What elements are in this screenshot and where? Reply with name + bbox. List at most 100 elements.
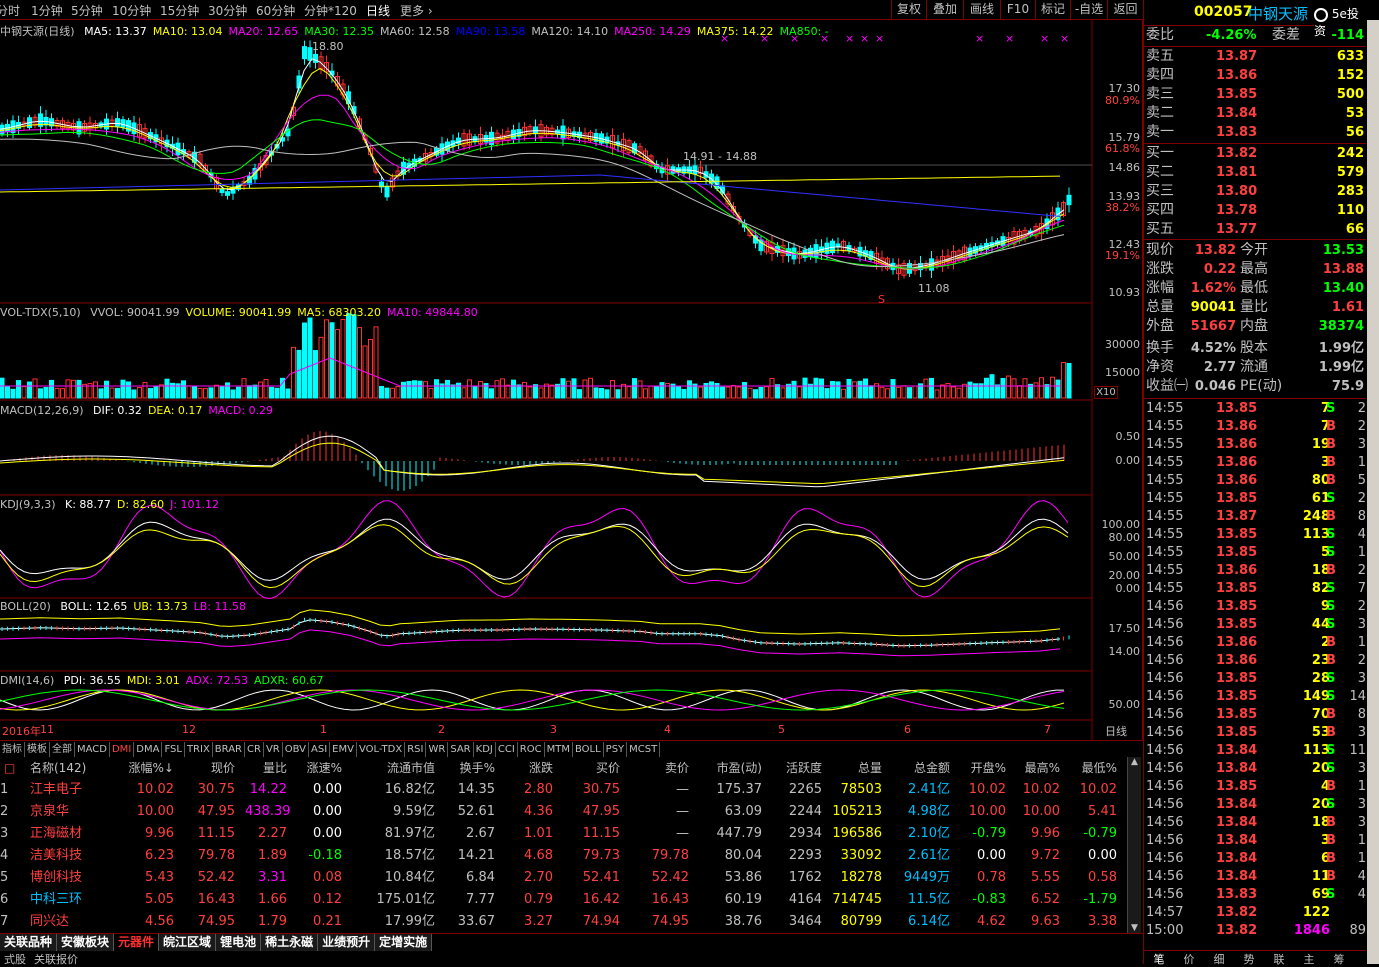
sell-order-row[interactable]: 卖二 13.84 53 bbox=[1144, 104, 1366, 123]
right-tab[interactable]: 势 bbox=[1234, 951, 1264, 967]
sector-tab[interactable]: 关联品种 bbox=[0, 934, 58, 951]
buy-order-row[interactable]: 买二 13.81 579 bbox=[1144, 163, 1366, 182]
sector-tab[interactable]: 锂电池 bbox=[216, 934, 262, 951]
buy-order-row[interactable]: 买五 13.77 66 bbox=[1144, 220, 1366, 239]
table-header-cell[interactable]: 涨速% bbox=[290, 757, 342, 779]
draw-line-button[interactable]: 画线 bbox=[963, 0, 1000, 19]
table-row[interactable]: 5 博创科技 5.43 52.42 3.31 0.08 10.84亿 6.84 2.70 52.4… bbox=[0, 867, 1125, 889]
table-header-cell[interactable]: 涨幅%↓ bbox=[124, 757, 174, 779]
indicator-tab[interactable]: BOLL bbox=[573, 742, 604, 757]
indicator-tab[interactable]: KDJ bbox=[474, 742, 496, 757]
overlay-button[interactable]: 叠加 bbox=[926, 0, 963, 19]
table-header-cell[interactable]: 最低% bbox=[1070, 757, 1117, 779]
indicator-tab[interactable]: MCST bbox=[627, 742, 661, 757]
indicator-tab[interactable]: BRAR bbox=[213, 742, 245, 757]
sell-order-row[interactable]: 卖三 13.85 500 bbox=[1144, 85, 1366, 104]
table-header-cell[interactable]: 流通市值 bbox=[345, 757, 435, 779]
period-60min[interactable]: 60分钟 bbox=[256, 2, 295, 19]
sector-tab[interactable]: 安徽板块 bbox=[57, 934, 115, 951]
indicator-tab[interactable]: VOL-TDX bbox=[357, 742, 406, 757]
period-daily[interactable]: 日线 bbox=[366, 2, 390, 19]
sector-tab[interactable]: 元器件 bbox=[114, 934, 160, 951]
period-10min[interactable]: 10分钟 bbox=[112, 2, 151, 19]
table-header-cell[interactable]: 买价 bbox=[568, 757, 620, 779]
table-cell: 6.14亿 bbox=[908, 914, 950, 929]
sector-tab[interactable]: 稀土永磁 bbox=[261, 934, 319, 951]
indicator-tab[interactable]: WR bbox=[426, 742, 449, 757]
f10-button[interactable]: F10 bbox=[1000, 0, 1035, 19]
back-button[interactable]: 返回 bbox=[1107, 0, 1143, 19]
table-header-cell[interactable]: 总金额 bbox=[890, 757, 950, 779]
period-fenshi[interactable]: 分时 bbox=[0, 2, 20, 19]
indicator-tab[interactable]: CCI bbox=[496, 742, 518, 757]
indicator-tab[interactable]: CR bbox=[245, 742, 264, 757]
indicator-tab[interactable]: DMA bbox=[134, 742, 163, 757]
indicator-tab[interactable]: DMI bbox=[110, 742, 135, 757]
table-header-cell[interactable]: 总量 bbox=[830, 757, 882, 779]
table-header-cell[interactable]: 开盘% bbox=[960, 757, 1006, 779]
period-5min[interactable]: 5分钟 bbox=[71, 2, 103, 19]
buy-order-row[interactable]: 买三 13.80 283 bbox=[1144, 182, 1366, 201]
period-15min[interactable]: 15分钟 bbox=[160, 2, 199, 19]
table-cell: 7.77 bbox=[466, 892, 495, 907]
period-1min[interactable]: 1分钟 bbox=[31, 2, 63, 19]
table-row[interactable]: 6 中科三环 5.05 16.43 1.66 0.12 175.01亿 7.77 0.79 16.… bbox=[0, 889, 1125, 911]
scroll-down-icon[interactable]: ▼ bbox=[1128, 923, 1141, 933]
table-header-cell[interactable]: 名称(142) bbox=[30, 757, 90, 779]
buy-order-row[interactable]: 买四 13.78 110 bbox=[1144, 201, 1366, 220]
table-header-cell[interactable]: 最高% bbox=[1015, 757, 1060, 779]
table-scrollbar[interactable]: ▲ ▼ bbox=[1127, 757, 1141, 933]
sell-order-row[interactable]: 卖四 13.86 152 bbox=[1144, 66, 1366, 85]
table-header-cell[interactable]: 市盈(动) bbox=[700, 757, 762, 779]
table-header-cell[interactable]: 量比 bbox=[245, 757, 287, 779]
table-header-cell[interactable]: 现价 bbox=[190, 757, 235, 779]
table-header-cell[interactable]: 活跃度 bbox=[770, 757, 822, 779]
scroll-up-icon[interactable]: ▲ bbox=[1128, 757, 1141, 767]
table-row[interactable]: 1 江丰电子 10.02 30.75 14.22 0.00 16.82亿 14.35 2.80 3… bbox=[0, 779, 1125, 801]
kline-chart-area[interactable]: 18.80 11.08 14.91 - 14.88 S × × × × × × × × × × × 中钢天源… bbox=[0, 20, 1143, 754]
table-header-cell[interactable]: 换手% bbox=[450, 757, 495, 779]
right-tab[interactable]: 笔 bbox=[1144, 951, 1174, 967]
sector-tab[interactable]: 定增实施 bbox=[375, 934, 433, 951]
right-panel-scrollbar[interactable] bbox=[1367, 20, 1379, 964]
tab-shi-gu[interactable]: 式股 bbox=[0, 953, 30, 966]
fuquan-button[interactable]: 复权 bbox=[891, 0, 926, 19]
indicator-tab[interactable]: EMV bbox=[330, 742, 357, 757]
table-header-cell[interactable]: 卖价 bbox=[634, 757, 689, 779]
indicator-tab[interactable]: 模板 bbox=[25, 742, 50, 757]
table-row[interactable]: 3 正海磁材 9.96 11.15 2.27 0.00 81.97亿 2.67 1.01 11.1… bbox=[0, 823, 1125, 845]
indicator-tab[interactable]: MTM bbox=[545, 742, 573, 757]
indicator-tab[interactable]: VR bbox=[264, 742, 283, 757]
right-tab[interactable]: 主 bbox=[1294, 951, 1324, 967]
watchlist-button[interactable]: -自选 bbox=[1070, 0, 1107, 19]
indicator-tab[interactable]: ROC bbox=[518, 742, 545, 757]
sell-order-row[interactable]: 卖五 13.87 633 bbox=[1144, 47, 1366, 66]
right-tab[interactable]: 细 bbox=[1204, 951, 1234, 967]
sell-order-row[interactable]: 卖一 13.83 56 bbox=[1144, 123, 1366, 142]
sector-tab[interactable]: 业绩预升 bbox=[318, 934, 376, 951]
indicator-tab[interactable]: OBV bbox=[283, 742, 309, 757]
buy-order-row[interactable]: 买一 13.82 242 bbox=[1144, 144, 1366, 163]
indicator-tab[interactable]: FSL bbox=[162, 742, 185, 757]
indicator-tab[interactable]: ASI bbox=[309, 742, 331, 757]
period-more[interactable]: 更多 › bbox=[400, 2, 433, 19]
right-tab[interactable]: 联 bbox=[1264, 951, 1294, 967]
right-tab[interactable]: 价 bbox=[1174, 951, 1204, 967]
indicator-tab[interactable]: 指标 bbox=[0, 742, 25, 757]
indicator-tab[interactable]: 全部 bbox=[50, 742, 75, 757]
indicator-tab[interactable]: RSI bbox=[405, 742, 427, 757]
right-tab[interactable]: 筹 bbox=[1324, 951, 1354, 967]
indicator-tab[interactable]: MACD bbox=[75, 742, 110, 757]
table-header-cell[interactable]: 涨跌 bbox=[505, 757, 553, 779]
sector-tab[interactable]: 皖江区域 bbox=[159, 934, 217, 951]
period-30min[interactable]: 30分钟 bbox=[208, 2, 247, 19]
indicator-tab[interactable]: TRIX bbox=[185, 742, 213, 757]
table-row[interactable]: 2 京泉华 10.00 47.95 438.39 0.00 9.59亿 52.61 4.36 47… bbox=[0, 801, 1125, 823]
table-row[interactable]: 7 同兴达 4.56 74.95 1.79 0.21 17.99亿 33.67 3.27 74.9… bbox=[0, 911, 1125, 933]
indicator-tab[interactable]: SAR bbox=[448, 742, 474, 757]
table-row[interactable]: 4 洁美科技 6.23 79.78 1.89 -0.18 18.57亿 14.21 4.68 79… bbox=[0, 845, 1125, 867]
tab-related-quote[interactable]: 关联报价 bbox=[30, 953, 82, 966]
indicator-tab[interactable]: PSY bbox=[604, 742, 628, 757]
mark-button[interactable]: 标记 bbox=[1035, 0, 1070, 19]
period-120min[interactable]: 分钟*120 bbox=[304, 2, 357, 19]
